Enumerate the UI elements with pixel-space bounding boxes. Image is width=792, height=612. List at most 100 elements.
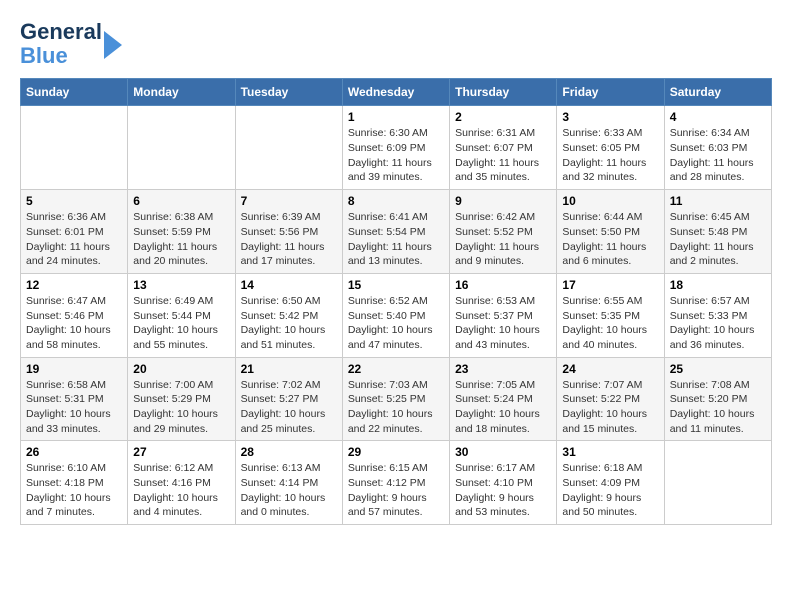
day-info: Sunrise: 6:39 AM Sunset: 5:56 PM Dayligh… xyxy=(241,210,337,269)
day-number: 24 xyxy=(562,362,658,376)
calendar-cell: 9 Sunrise: 6:42 AM Sunset: 5:52 PM Daylig… xyxy=(450,190,557,274)
day-info: Sunrise: 6:15 AM Sunset: 4:12 PM Dayligh… xyxy=(348,461,444,520)
day-number: 8 xyxy=(348,194,444,208)
day-number: 20 xyxy=(133,362,229,376)
calendar-cell: 21 Sunrise: 7:02 AM Sunset: 5:27 PM Dayli… xyxy=(235,357,342,441)
calendar-cell: 6 Sunrise: 6:38 AM Sunset: 5:59 PM Daylig… xyxy=(128,190,235,274)
calendar-cell xyxy=(128,106,235,190)
calendar-cell xyxy=(664,441,771,525)
calendar-cell: 28Sunrise: 6:13 AM Sunset: 4:14 PM Dayli… xyxy=(235,441,342,525)
weekday-header-cell: Friday xyxy=(557,79,664,106)
day-number: 27 xyxy=(133,445,229,459)
day-number: 16 xyxy=(455,278,551,292)
day-number: 19 xyxy=(26,362,122,376)
logo-arrow-icon xyxy=(104,31,122,59)
weekday-header-cell: Thursday xyxy=(450,79,557,106)
day-info: Sunrise: 6:36 AM Sunset: 6:01 PM Dayligh… xyxy=(26,210,122,269)
day-number: 22 xyxy=(348,362,444,376)
calendar-cell: 5Sunrise: 6:36 AM Sunset: 6:01 PM Daylig… xyxy=(21,190,128,274)
calendar-cell xyxy=(235,106,342,190)
weekday-header-row: SundayMondayTuesdayWednesdayThursdayFrid… xyxy=(21,79,772,106)
day-info: Sunrise: 6:12 AM Sunset: 4:16 PM Dayligh… xyxy=(133,461,229,520)
day-number: 3 xyxy=(562,110,658,124)
calendar-week-row: 1 Sunrise: 6:30 AM Sunset: 6:09 PM Daylig… xyxy=(21,106,772,190)
day-info: Sunrise: 6:38 AM Sunset: 5:59 PM Dayligh… xyxy=(133,210,229,269)
day-info: Sunrise: 7:02 AM Sunset: 5:27 PM Dayligh… xyxy=(241,378,337,437)
day-number: 1 xyxy=(348,110,444,124)
weekday-header-cell: Saturday xyxy=(664,79,771,106)
day-info: Sunrise: 7:05 AM Sunset: 5:24 PM Dayligh… xyxy=(455,378,551,437)
calendar-cell: 25 Sunrise: 7:08 AM Sunset: 5:20 PM Dayli… xyxy=(664,357,771,441)
calendar-cell: 26Sunrise: 6:10 AM Sunset: 4:18 PM Dayli… xyxy=(21,441,128,525)
calendar-cell: 19 Sunrise: 6:58 AM Sunset: 5:31 PM Dayli… xyxy=(21,357,128,441)
weekday-header-cell: Tuesday xyxy=(235,79,342,106)
calendar-cell xyxy=(21,106,128,190)
calendar-cell: 10 Sunrise: 6:44 AM Sunset: 5:50 PM Dayli… xyxy=(557,190,664,274)
day-info: Sunrise: 6:31 AM Sunset: 6:07 PM Dayligh… xyxy=(455,126,551,185)
day-number: 10 xyxy=(562,194,658,208)
day-number: 6 xyxy=(133,194,229,208)
day-number: 21 xyxy=(241,362,337,376)
day-number: 13 xyxy=(133,278,229,292)
day-number: 30 xyxy=(455,445,551,459)
day-info: Sunrise: 6:49 AM Sunset: 5:44 PM Dayligh… xyxy=(133,294,229,353)
calendar-body: 1 Sunrise: 6:30 AM Sunset: 6:09 PM Daylig… xyxy=(21,106,772,525)
day-number: 18 xyxy=(670,278,766,292)
logo: GeneralBlue xyxy=(20,20,122,68)
day-number: 9 xyxy=(455,194,551,208)
calendar-cell: 27 Sunrise: 6:12 AM Sunset: 4:16 PM Dayli… xyxy=(128,441,235,525)
day-number: 2 xyxy=(455,110,551,124)
calendar-cell: 1 Sunrise: 6:30 AM Sunset: 6:09 PM Daylig… xyxy=(342,106,449,190)
day-info: Sunrise: 6:10 AM Sunset: 4:18 PM Dayligh… xyxy=(26,461,122,520)
day-info: Sunrise: 6:18 AM Sunset: 4:09 PM Dayligh… xyxy=(562,461,658,520)
calendar-week-row: 19 Sunrise: 6:58 AM Sunset: 5:31 PM Dayli… xyxy=(21,357,772,441)
day-info: Sunrise: 6:30 AM Sunset: 6:09 PM Dayligh… xyxy=(348,126,444,185)
day-info: Sunrise: 7:03 AM Sunset: 5:25 PM Dayligh… xyxy=(348,378,444,437)
calendar-cell: 24 Sunrise: 7:07 AM Sunset: 5:22 PM Dayli… xyxy=(557,357,664,441)
calendar-week-row: 26Sunrise: 6:10 AM Sunset: 4:18 PM Dayli… xyxy=(21,441,772,525)
calendar-cell: 11Sunrise: 6:45 AM Sunset: 5:48 PM Dayli… xyxy=(664,190,771,274)
calendar-cell: 18Sunrise: 6:57 AM Sunset: 5:33 PM Dayli… xyxy=(664,273,771,357)
day-number: 23 xyxy=(455,362,551,376)
weekday-header-cell: Sunday xyxy=(21,79,128,106)
calendar-cell: 2 Sunrise: 6:31 AM Sunset: 6:07 PM Daylig… xyxy=(450,106,557,190)
weekday-header-cell: Wednesday xyxy=(342,79,449,106)
day-number: 15 xyxy=(348,278,444,292)
day-number: 17 xyxy=(562,278,658,292)
page-header: GeneralBlue xyxy=(20,20,772,68)
day-info: Sunrise: 6:42 AM Sunset: 5:52 PM Dayligh… xyxy=(455,210,551,269)
calendar-cell: 16Sunrise: 6:53 AM Sunset: 5:37 PM Dayli… xyxy=(450,273,557,357)
calendar-week-row: 5Sunrise: 6:36 AM Sunset: 6:01 PM Daylig… xyxy=(21,190,772,274)
day-info: Sunrise: 6:45 AM Sunset: 5:48 PM Dayligh… xyxy=(670,210,766,269)
calendar-table: SundayMondayTuesdayWednesdayThursdayFrid… xyxy=(20,78,772,525)
day-info: Sunrise: 6:50 AM Sunset: 5:42 PM Dayligh… xyxy=(241,294,337,353)
day-info: Sunrise: 7:07 AM Sunset: 5:22 PM Dayligh… xyxy=(562,378,658,437)
calendar-cell: 31Sunrise: 6:18 AM Sunset: 4:09 PM Dayli… xyxy=(557,441,664,525)
day-info: Sunrise: 7:08 AM Sunset: 5:20 PM Dayligh… xyxy=(670,378,766,437)
calendar-cell: 23 Sunrise: 7:05 AM Sunset: 5:24 PM Dayli… xyxy=(450,357,557,441)
day-info: Sunrise: 7:00 AM Sunset: 5:29 PM Dayligh… xyxy=(133,378,229,437)
calendar-cell: 3 Sunrise: 6:33 AM Sunset: 6:05 PM Daylig… xyxy=(557,106,664,190)
weekday-header-cell: Monday xyxy=(128,79,235,106)
day-info: Sunrise: 6:13 AM Sunset: 4:14 PM Dayligh… xyxy=(241,461,337,520)
day-info: Sunrise: 6:58 AM Sunset: 5:31 PM Dayligh… xyxy=(26,378,122,437)
calendar-cell: 22 Sunrise: 7:03 AM Sunset: 5:25 PM Dayli… xyxy=(342,357,449,441)
logo-text: GeneralBlue xyxy=(20,20,102,68)
day-info: Sunrise: 6:33 AM Sunset: 6:05 PM Dayligh… xyxy=(562,126,658,185)
calendar-cell: 12 Sunrise: 6:47 AM Sunset: 5:46 PM Dayli… xyxy=(21,273,128,357)
day-number: 25 xyxy=(670,362,766,376)
day-info: Sunrise: 6:47 AM Sunset: 5:46 PM Dayligh… xyxy=(26,294,122,353)
calendar-cell: 7 Sunrise: 6:39 AM Sunset: 5:56 PM Daylig… xyxy=(235,190,342,274)
calendar-cell: 14 Sunrise: 6:50 AM Sunset: 5:42 PM Dayli… xyxy=(235,273,342,357)
day-number: 4 xyxy=(670,110,766,124)
calendar-cell: 30Sunrise: 6:17 AM Sunset: 4:10 PM Dayli… xyxy=(450,441,557,525)
calendar-cell: 20 Sunrise: 7:00 AM Sunset: 5:29 PM Dayli… xyxy=(128,357,235,441)
day-number: 7 xyxy=(241,194,337,208)
day-number: 12 xyxy=(26,278,122,292)
day-info: Sunrise: 6:41 AM Sunset: 5:54 PM Dayligh… xyxy=(348,210,444,269)
calendar-week-row: 12 Sunrise: 6:47 AM Sunset: 5:46 PM Dayli… xyxy=(21,273,772,357)
day-info: Sunrise: 6:44 AM Sunset: 5:50 PM Dayligh… xyxy=(562,210,658,269)
day-number: 14 xyxy=(241,278,337,292)
calendar-cell: 15Sunrise: 6:52 AM Sunset: 5:40 PM Dayli… xyxy=(342,273,449,357)
calendar-cell: 4Sunrise: 6:34 AM Sunset: 6:03 PM Daylig… xyxy=(664,106,771,190)
